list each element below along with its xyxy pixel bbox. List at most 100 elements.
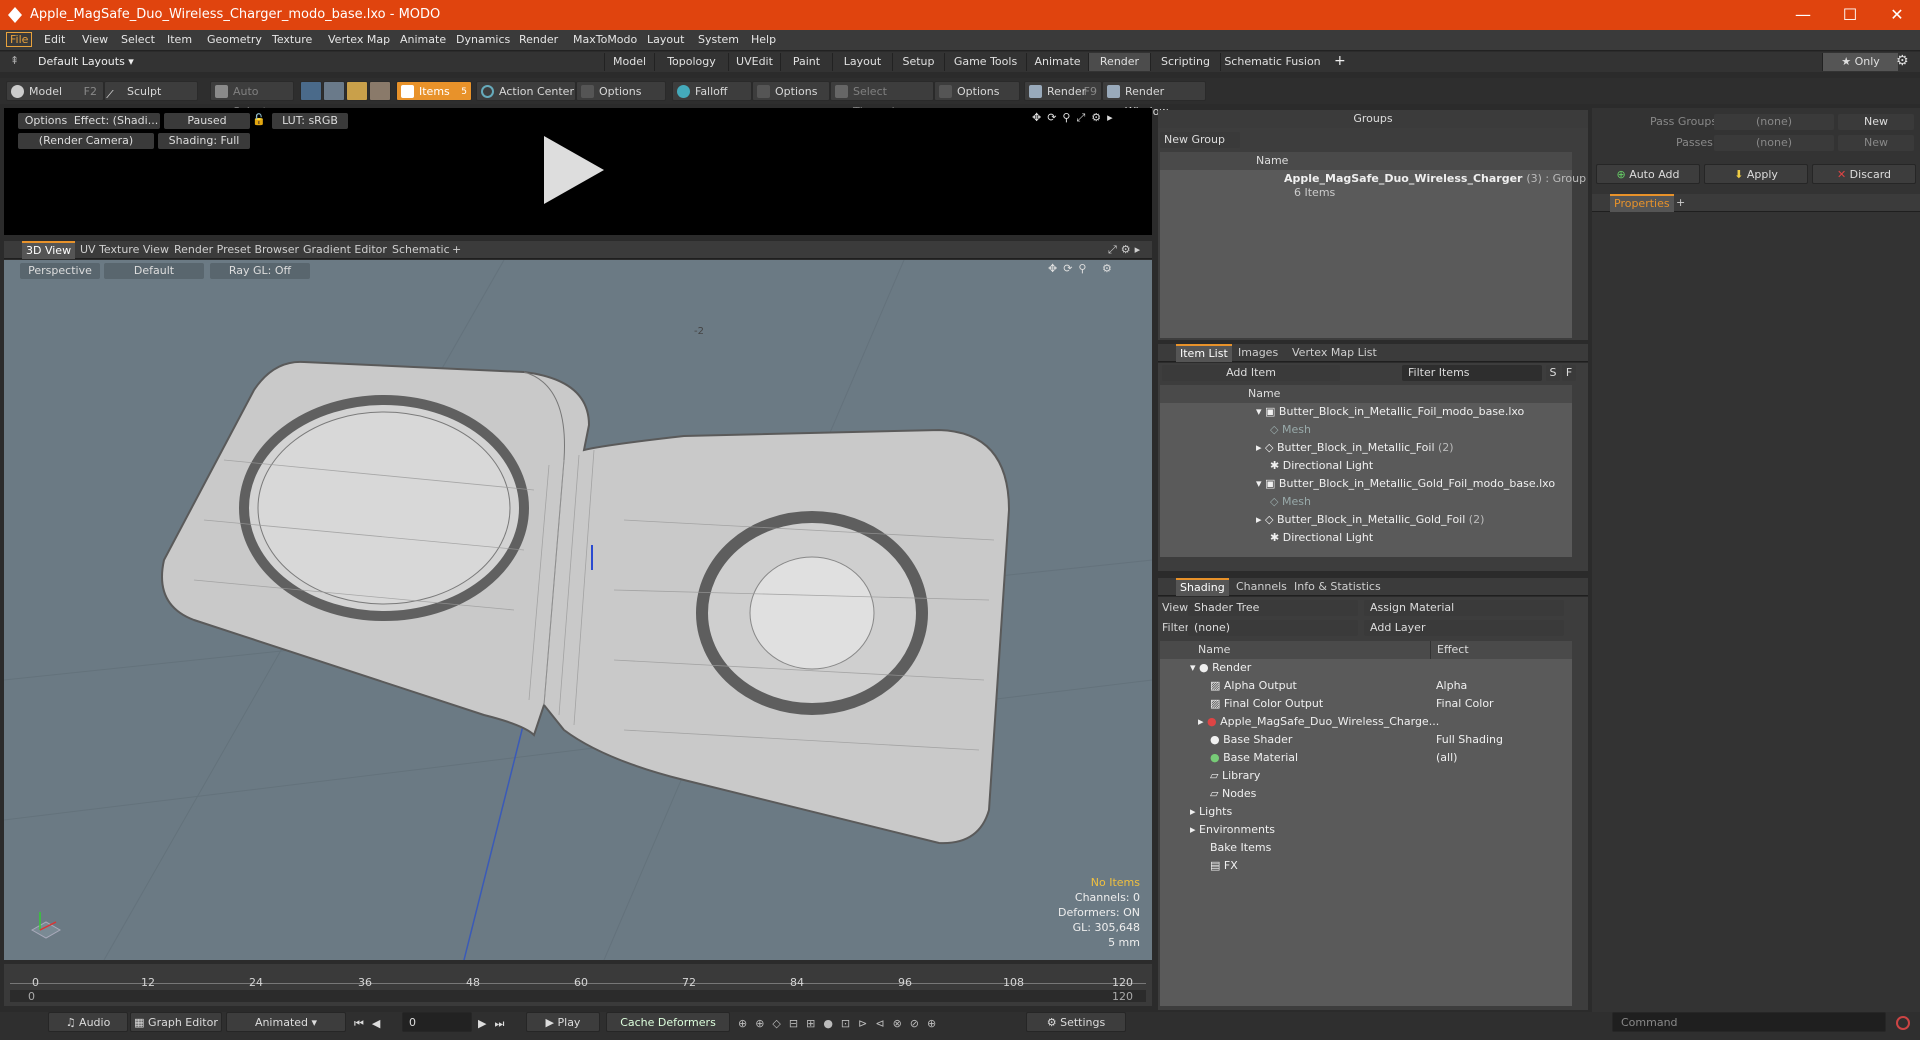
menu-file[interactable]: File [6, 32, 33, 47]
animated-dropdown[interactable]: Animated ▾ [226, 1012, 346, 1032]
filter-s-button[interactable]: S [1546, 365, 1560, 381]
new-pass-group-button[interactable]: New [1838, 114, 1914, 130]
filter-f-button[interactable]: F [1562, 365, 1576, 381]
menu-system[interactable]: System [698, 33, 739, 46]
menu-render[interactable]: Render [519, 33, 558, 46]
list-item[interactable]: ✱ Directional Light [1270, 529, 1373, 547]
item-list[interactable]: Name ▾ ▣ Butter_Block_in_Metallic_Foil_m… [1160, 385, 1572, 557]
tab-setup[interactable]: Setup [892, 53, 944, 71]
render-button[interactable]: Render F9 [1024, 81, 1102, 101]
shader-row[interactable]: ▨ Alpha Output [1210, 677, 1297, 695]
tab-topology[interactable]: Topology [654, 53, 728, 71]
menu-edit[interactable]: Edit [44, 33, 65, 46]
falloff-options-button[interactable]: Options [752, 81, 830, 101]
items-button[interactable]: Items 5 [396, 81, 472, 101]
menu-animate[interactable]: Animate [400, 33, 446, 46]
filter-dropdown[interactable]: (none) [1188, 620, 1358, 636]
render-preview[interactable]: Options Effect: (Shadi... Paused 🔓 LUT: … [4, 108, 1152, 235]
range-bar[interactable] [10, 990, 1146, 1002]
shader-row[interactable]: ▸ ● Apple_MagSafe_Duo_Wireless_Charge... [1198, 713, 1439, 731]
shader-row[interactable]: ▸ Environments [1190, 821, 1275, 839]
tab-schematic[interactable]: Schematic [392, 243, 450, 256]
tab-3d-view[interactable]: 3D View [22, 241, 76, 259]
list-item[interactable]: ◇ Mesh [1270, 493, 1311, 511]
tab-properties[interactable]: Properties [1610, 194, 1674, 212]
apply-button[interactable]: ⬇ Apply [1704, 164, 1808, 184]
add-layer-dropdown[interactable]: Add Layer [1364, 620, 1564, 636]
tab-images[interactable]: Images [1238, 346, 1278, 359]
select-through-options-button[interactable]: Options [934, 81, 1020, 101]
command-input[interactable]: Command [1612, 1012, 1886, 1032]
add-layout-button[interactable]: + [1334, 53, 1346, 69]
menu-view[interactable]: View [82, 33, 108, 46]
tab-render-preset-browser[interactable]: Render Preset Browser [174, 243, 299, 256]
new-pass-button[interactable]: New [1838, 135, 1914, 151]
tab-vertex-map-list[interactable]: Vertex Map List [1292, 346, 1377, 359]
tab-layout[interactable]: Layout [832, 53, 892, 71]
viewport-nav-icons[interactable]: ✥⟳⚲⤢⚙▸ [1032, 111, 1119, 125]
shader-row[interactable]: ● Base Shader [1210, 731, 1292, 749]
select-materials-button[interactable] [369, 81, 391, 101]
menu-select[interactable]: Select [121, 33, 155, 46]
menu-help[interactable]: Help [751, 33, 776, 46]
shader-row[interactable]: ▨ Final Color Output [1210, 695, 1323, 713]
select-vertices-button[interactable] [300, 81, 322, 101]
tab-model[interactable]: Model [604, 53, 654, 71]
menu-vertex-map[interactable]: Vertex Map [328, 33, 390, 46]
shader-effect[interactable]: Full Shading [1436, 731, 1503, 749]
add-item-dropdown[interactable]: Add Item [1162, 365, 1340, 381]
shader-row[interactable]: Bake Items [1210, 839, 1271, 857]
assign-material-button[interactable]: Assign Material [1364, 600, 1564, 616]
settings-button[interactable]: ⚙ Settings [1026, 1012, 1126, 1032]
paused-toggle[interactable]: Paused [164, 113, 250, 129]
list-item[interactable]: ✱ Directional Light [1270, 457, 1373, 475]
shader-row[interactable]: ▾ ● Render [1190, 659, 1251, 677]
tab-uvedit[interactable]: UVEdit [728, 53, 780, 71]
tab-scripting[interactable]: Scripting [1150, 53, 1220, 71]
shading-dropdown[interactable]: Shading: Full [158, 133, 250, 149]
view-expand-icons[interactable]: ⤢⚙▸ [1108, 243, 1144, 257]
shader-row[interactable]: ▸ Lights [1190, 803, 1232, 821]
falloff-button[interactable]: Falloff [672, 81, 752, 101]
close-button[interactable]: ✕ [1874, 0, 1920, 30]
auto-add-button[interactable]: ⊕ Auto Add [1596, 164, 1700, 184]
timeline[interactable]: 0 12 24 36 48 60 72 84 96 108 120 0 120 [4, 964, 1152, 1006]
frame-field[interactable]: 0 [402, 1012, 472, 1032]
render-window-button[interactable]: Render Window [1102, 81, 1206, 118]
lut-dropdown[interactable]: LUT: sRGB [272, 113, 348, 129]
maximize-button[interactable]: ☐ [1827, 0, 1873, 30]
menu-maxtomodo[interactable]: MaxToModo [573, 33, 637, 46]
view-dropdown[interactable]: Shader Tree [1188, 600, 1358, 616]
render-camera-dropdown[interactable]: (Render Camera) [18, 133, 154, 149]
filter-items-input[interactable]: Filter Items [1402, 365, 1542, 381]
add-view-tab-button[interactable]: + [452, 243, 461, 256]
list-item[interactable]: ▸ ◇ Butter_Block_in_Metallic_Foil (2) [1256, 439, 1454, 457]
shader-effect[interactable]: Final Color [1436, 695, 1494, 713]
shader-row[interactable]: ▱ Library [1210, 767, 1260, 785]
default-layouts-dropdown[interactable]: Default Layouts ▾ [38, 55, 134, 68]
record-icon[interactable] [1896, 1016, 1910, 1030]
shader-row[interactable]: ▱ Nodes [1210, 785, 1256, 803]
keyframe-icons[interactable]: ⊕⊕◇⊟⊞●⊡⊳⊲⊗⊘⊕ [738, 1017, 944, 1030]
shader-row[interactable]: ● Base Material [1210, 749, 1298, 767]
tab-channels[interactable]: Channels [1236, 580, 1287, 593]
shader-effect[interactable]: (all) [1436, 749, 1457, 767]
shader-tree[interactable]: Name Effect ▾ ● Render ▨ Alpha Output Al… [1160, 641, 1572, 1006]
tab-info-statistics[interactable]: Info & Statistics [1294, 580, 1381, 593]
transport-forward-icons[interactable]: ▶⏭ [478, 1017, 512, 1031]
lock-icon[interactable]: 🔓 [252, 113, 266, 126]
list-item[interactable]: ▾ ▣ Butter_Block_in_Metallic_Gold_Foil_m… [1256, 475, 1555, 493]
tab-schematic-fusion[interactable]: Schematic Fusion [1220, 53, 1324, 71]
audio-button[interactable]: ♫ Audio [48, 1012, 128, 1032]
tab-animate[interactable]: Animate [1026, 53, 1088, 71]
tab-gradient-editor[interactable]: Gradient Editor [303, 243, 387, 256]
cache-deformers-button[interactable]: Cache Deformers [606, 1012, 730, 1032]
auto-select-button[interactable]: Auto Select [210, 81, 294, 118]
select-edges-button[interactable] [323, 81, 345, 101]
gear-icon[interactable]: ⚙ [1896, 53, 1909, 69]
shader-effect[interactable]: Alpha [1436, 677, 1467, 695]
model-button[interactable]: Model F2 [6, 81, 104, 101]
play-button[interactable]: ▶ Play [526, 1012, 600, 1032]
action-center-button[interactable]: Action Center [476, 81, 576, 101]
list-item[interactable]: ▾ ▣ Butter_Block_in_Metallic_Foil_modo_b… [1256, 403, 1524, 421]
